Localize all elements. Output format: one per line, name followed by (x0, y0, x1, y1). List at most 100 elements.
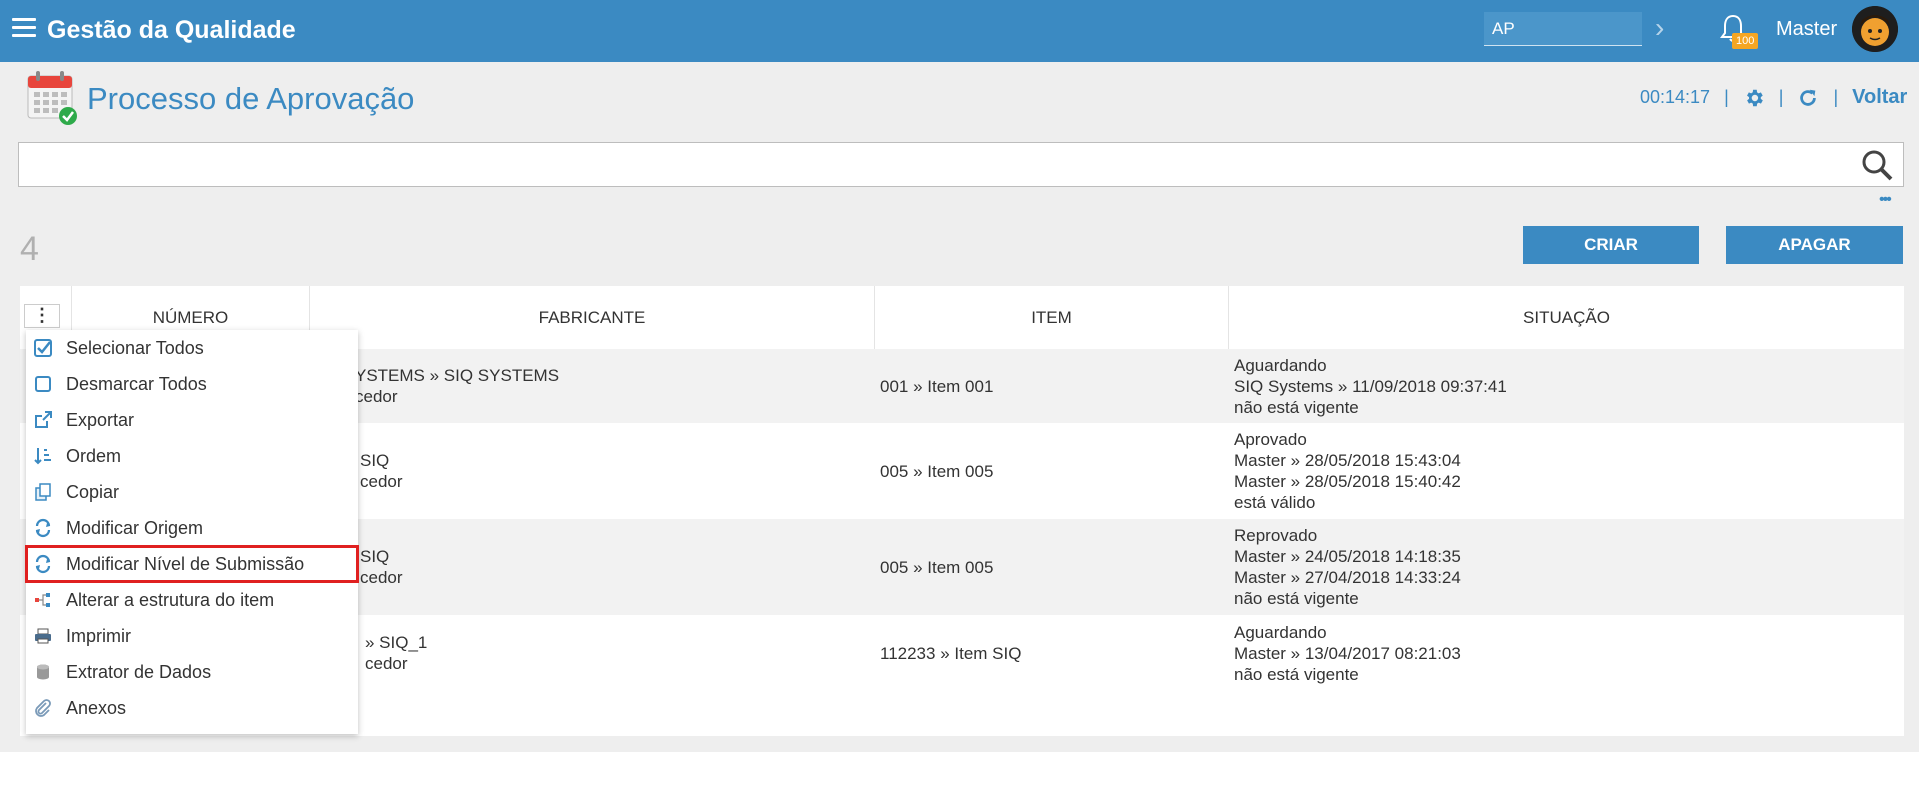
item-value: 112233 » Item SIQ (880, 643, 1022, 663)
situacao-line: está válido (1234, 493, 1316, 512)
fabricante-line: SIQ (360, 547, 390, 566)
search-input[interactable] (18, 142, 1904, 187)
fabricante-cell: SIQ cedor (360, 519, 403, 615)
menu-item-change-structure[interactable]: Alterar a estrutura do item (26, 582, 358, 618)
fabricante-line: cedor (355, 387, 398, 406)
calendar-check-icon (27, 71, 77, 125)
separator: | (1724, 87, 1729, 107)
item-cell: 001 » Item 001 (880, 349, 993, 423)
delete-button[interactable]: APAGAR (1726, 226, 1903, 264)
footer-area (0, 752, 1919, 786)
top-bar: Gestão da Qualidade › 100 Master (0, 0, 1919, 62)
situacao-cell: Aguardando Master » 13/04/2017 08:21:03 … (1234, 615, 1461, 691)
chevron-right-icon[interactable]: › (1655, 12, 1664, 44)
page-title: Processo de Aprovação (87, 81, 415, 116)
menu-item-label: Selecionar Todos (66, 337, 204, 358)
menu-item-select-all[interactable]: Selecionar Todos (26, 330, 358, 366)
sort-icon (30, 445, 56, 467)
situacao-line: Aguardando (1234, 622, 1327, 642)
fabricante-line: SIQ (360, 451, 390, 470)
situacao-line: não está vigente (1234, 664, 1359, 684)
create-button[interactable]: CRIAR (1523, 226, 1699, 264)
header-actions: 00:14:17 | | | Voltar (1640, 86, 1907, 109)
module-search-input[interactable] (1484, 12, 1642, 46)
database-icon (30, 661, 56, 683)
situacao-line: Aguardando (1234, 355, 1327, 375)
fabricante-line: cedor (360, 472, 403, 491)
fabricante-cell: SIQ cedor (360, 423, 403, 519)
menu-item-label: Modificar Nível de Submissão (66, 553, 305, 574)
item-cell: 005 » Item 005 (880, 519, 993, 615)
item-value: 005 » Item 005 (880, 461, 994, 481)
fabricante-line: » SIQ_1 (365, 633, 428, 652)
situacao-line: Aprovado (1234, 430, 1307, 449)
refresh-icon (30, 553, 56, 575)
menu-item-label: Modificar Origem (66, 517, 204, 538)
situacao-cell: Aprovado Master » 28/05/2018 15:43:04 Ma… (1234, 423, 1461, 519)
checkbox-empty-icon (30, 373, 56, 395)
menu-item-label: Desmarcar Todos (66, 373, 207, 394)
menu-item-deselect-all[interactable]: Desmarcar Todos (26, 366, 358, 402)
menu-item-order[interactable]: Ordem (26, 438, 358, 474)
back-link[interactable]: Voltar (1852, 86, 1907, 109)
item-value: 005 » Item 005 (880, 557, 994, 577)
menu-item-label: Imprimir (66, 625, 131, 646)
column-header-situacao[interactable]: SITUAÇÃO (1229, 286, 1904, 349)
user-name[interactable]: Master (1776, 18, 1837, 41)
gear-icon[interactable] (1743, 87, 1765, 109)
fabricante-cell: » SIQ_1 cedor (365, 615, 427, 691)
situacao-cell: Reprovado Master » 24/05/2018 14:18:35 M… (1234, 519, 1461, 615)
menu-item-copy[interactable]: Copiar (26, 474, 358, 510)
menu-item-label: Extrator de Dados (66, 661, 212, 682)
refresh-icon (30, 517, 56, 539)
item-cell: 112233 » Item SIQ (880, 615, 1021, 691)
avatar[interactable] (1852, 6, 1898, 52)
menu-item-modify-submission-level[interactable]: Modificar Nível de Submissão (25, 545, 359, 583)
menu-item-data-extractor[interactable]: Extrator de Dados (26, 654, 358, 690)
column-header-item[interactable]: ITEM (875, 286, 1229, 349)
situacao-line: Master » 28/05/2018 15:43:04 (1234, 451, 1461, 470)
fabricante-line: cedor (360, 568, 403, 587)
fabricante-line: cedor (365, 654, 408, 673)
situacao-line: SIQ Systems » 11/09/2018 09:37:41 (1234, 376, 1507, 396)
record-count: 4 (20, 230, 39, 268)
fabricante-line: YSTEMS » SIQ SYSTEMS (355, 366, 560, 385)
menu-item-label: Ordem (66, 445, 122, 466)
search-icon[interactable] (1860, 148, 1894, 182)
item-value: 001 » Item 001 (880, 376, 994, 396)
export-icon (30, 409, 56, 431)
structure-icon (30, 589, 56, 611)
kebab-menu-icon[interactable]: ⋮ (24, 304, 60, 328)
menu-item-print[interactable]: Imprimir (26, 618, 358, 654)
menu-item-attachments[interactable]: Anexos (26, 690, 358, 726)
situacao-line: Reprovado (1234, 526, 1318, 545)
situacao-line: Master » 28/05/2018 15:40:42 (1234, 472, 1461, 491)
situacao-line: Master » 27/04/2018 14:33:24 (1234, 568, 1461, 587)
table-actions-menu: Selecionar Todos Desmarcar Todos Exporta… (25, 330, 359, 734)
fabricante-cell: YSTEMS » SIQ SYSTEMS cedor (355, 349, 559, 423)
page: Gestão da Qualidade › 100 Master (0, 0, 1919, 786)
column-header-fabricante[interactable]: FABRICANTE (310, 286, 875, 349)
printer-icon (30, 625, 56, 647)
situacao-line: não está vigente (1234, 397, 1359, 417)
situacao-line: Master » 24/05/2018 14:18:35 (1234, 547, 1461, 566)
menu-item-label: Exportar (66, 409, 135, 430)
menu-item-export[interactable]: Exportar (26, 402, 358, 438)
separator: | (1778, 87, 1784, 107)
separator: | (1833, 87, 1839, 107)
refresh-icon[interactable] (1797, 87, 1819, 109)
menu-item-label: Anexos (66, 697, 127, 718)
checkbox-checked-icon (30, 337, 56, 359)
menu-item-modify-origin[interactable]: Modificar Origem (26, 510, 358, 546)
paperclip-icon (30, 697, 56, 719)
copy-icon (30, 481, 56, 503)
session-timer: 00:14:17 (1640, 87, 1711, 107)
situacao-line: não está vigente (1234, 589, 1359, 608)
hamburger-menu-icon[interactable] (12, 18, 36, 40)
more-options-icon[interactable]: ••• (1879, 191, 1892, 209)
menu-item-label: Alterar a estrutura do item (66, 589, 275, 610)
app-title: Gestão da Qualidade (47, 16, 296, 44)
situacao-cell: Aguardando SIQ Systems » 11/09/2018 09:3… (1234, 349, 1507, 423)
situacao-line: Master » 13/04/2017 08:21:03 (1234, 643, 1461, 663)
menu-item-label: Copiar (66, 481, 120, 502)
